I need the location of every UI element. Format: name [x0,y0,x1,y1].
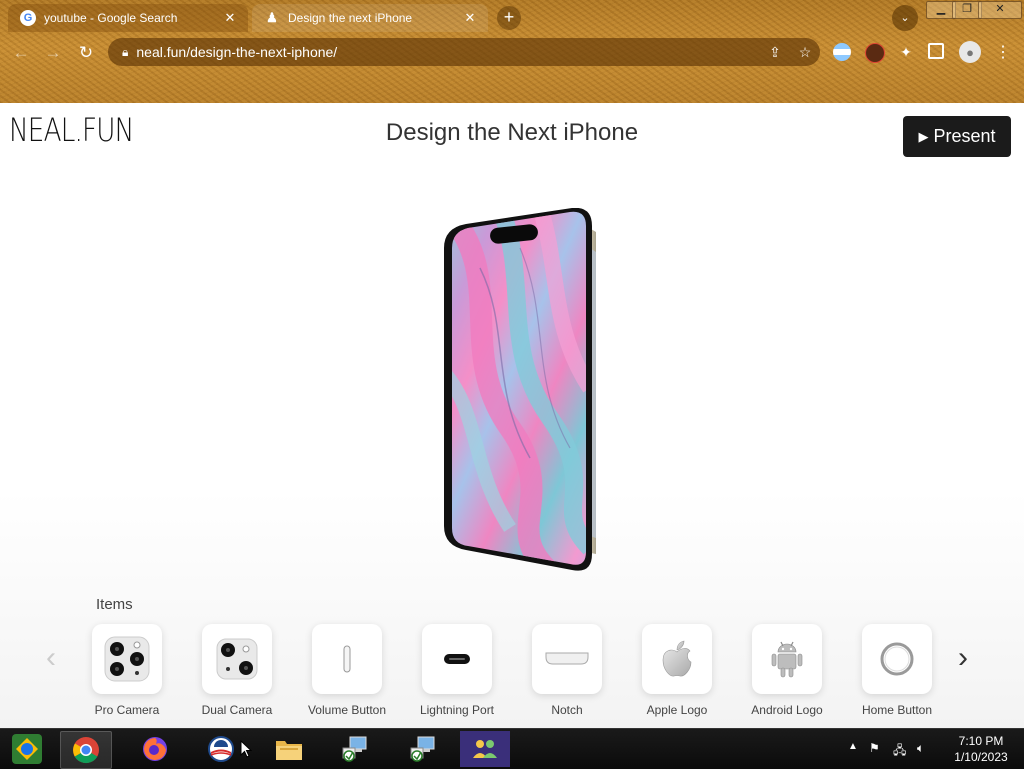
item-apple-logo[interactable]: Apple Logo [622,624,732,724]
new-tab-button[interactable]: + [497,6,521,30]
taskbar-network-app-1[interactable] [330,731,380,767]
folder-icon [276,741,302,760]
computer-network-icon [342,736,367,762]
system-clock[interactable]: 7:10 PM 1/10/2023 [944,733,1018,765]
network-status-icon[interactable]: 🖧︎ [893,741,906,762]
start-button[interactable] [2,731,52,767]
volume-icon[interactable]: 🔈︎ [917,741,924,756]
lightning-port-icon [444,654,470,664]
dual-camera-icon [216,638,258,680]
tab-title: youtube - Google Search [44,11,178,25]
browser-chrome: G youtube - Google Search ✕ ♟ Design the… [0,0,1024,103]
close-window-button[interactable]: ✕ [978,1,1022,19]
item-label: Dual Camera [201,703,273,717]
item-card[interactable] [202,624,272,694]
address-bar[interactable]: 🔒︎ neal.fun/design-the-next-iphone/ ⇪ ☆ [108,38,820,66]
tab-close-icon[interactable]: ✕ [222,10,238,26]
neal-fun-icon: ♟ [266,10,278,25]
taskbar-firefox[interactable] [130,731,180,767]
item-label: Volume Button [307,703,387,717]
taskbar-file-explorer[interactable] [264,731,314,767]
home-button-icon [880,642,914,676]
chrome-icon [73,737,99,764]
action-center-flag-icon[interactable]: ⚑ [869,741,880,755]
tab-title: Design the next iPhone [288,11,413,25]
play-icon: ▶ [918,128,929,144]
campaign-logo-icon [208,736,234,762]
profile-avatar-icon[interactable]: ● [959,41,981,63]
item-label: Lightning Port [419,703,495,717]
item-card[interactable] [92,624,162,694]
menu-dots-icon[interactable]: ⋮ [994,43,1012,61]
extension-flag-icon[interactable] [833,43,851,61]
item-card[interactable] [312,624,382,694]
tab-youtube-search[interactable]: G youtube - Google Search ✕ [8,4,248,32]
apple-logo-icon [662,640,692,677]
item-label: Pro Camera [94,703,160,717]
item-label: Home Button [861,703,933,717]
android-logo-icon [771,641,803,678]
item-lightning-port[interactable]: Lightning Port [402,624,512,724]
bookmark-star-icon[interactable]: ☆ [790,44,820,61]
page-content: NEAL.FUN Design the Next iPhone ▶ Presen… [0,103,1024,728]
item-notch[interactable]: Notch [512,624,622,724]
item-dual-camera[interactable]: Dual Camera [182,624,292,724]
taskbar-chrome[interactable] [60,731,112,769]
pro-camera-icon [104,636,150,682]
windows-taskbar: ▲ ⚑ 🖧︎ 🔈︎ 7:10 PM 1/10/2023 [0,728,1024,769]
profile-extension-icon[interactable] [865,43,885,63]
items-prev-arrow-icon[interactable]: ‹ [46,641,56,675]
clock-date: 1/10/2023 [954,750,1008,764]
items-heading: Items [96,596,133,613]
present-button[interactable]: ▶ Present [903,116,1011,157]
taskbar-network-app-2[interactable] [398,731,448,767]
lock-icon: 🔒︎ [122,44,129,59]
extensions-puzzle-icon[interactable]: ✦ [897,43,915,61]
item-label: Notch [551,703,583,717]
notch-icon [545,652,589,665]
firefox-icon [143,737,167,761]
users-group-icon [473,740,497,758]
forward-button[interactable]: → [41,42,65,64]
url-text[interactable]: neal.fun/design-the-next-iphone/ [136,44,760,60]
item-volume-button[interactable]: Volume Button [292,624,402,724]
items-next-arrow-icon[interactable]: › [958,641,968,675]
google-icon: G [20,10,36,26]
tab-search-button[interactable]: ⌄ [892,5,918,31]
present-label: Present [933,126,996,146]
page-title: Design the Next iPhone [385,119,639,146]
item-pro-camera[interactable]: Pro Camera [72,624,182,724]
tab-design-iphone[interactable]: ♟ Design the next iPhone ✕ [252,4,488,32]
show-hidden-icons-icon[interactable]: ▲ [848,741,858,752]
volume-button-icon [343,645,351,673]
clock-time: 7:10 PM [958,734,1004,748]
side-panel-icon[interactable] [928,43,944,59]
item-card[interactable] [862,624,932,694]
taskbar-users-app[interactable] [460,731,510,767]
share-icon[interactable]: ⇪ [760,44,790,61]
mouse-cursor-icon [236,731,256,767]
item-card[interactable] [532,624,602,694]
item-label: Apple Logo [646,703,708,717]
item-home-button[interactable]: Home Button [842,624,952,724]
item-card[interactable] [752,624,822,694]
item-card[interactable] [642,624,712,694]
reload-button[interactable]: ↻ [74,42,98,64]
item-android-logo[interactable]: Android Logo [732,624,842,724]
computer-network-icon [410,736,435,762]
iphone-3d-model[interactable] [440,208,600,572]
back-button[interactable]: ← [9,42,33,64]
windows-start-icon [12,734,42,764]
item-card[interactable] [422,624,492,694]
tab-close-icon[interactable]: ✕ [462,10,478,26]
item-label: Android Logo [751,703,823,717]
